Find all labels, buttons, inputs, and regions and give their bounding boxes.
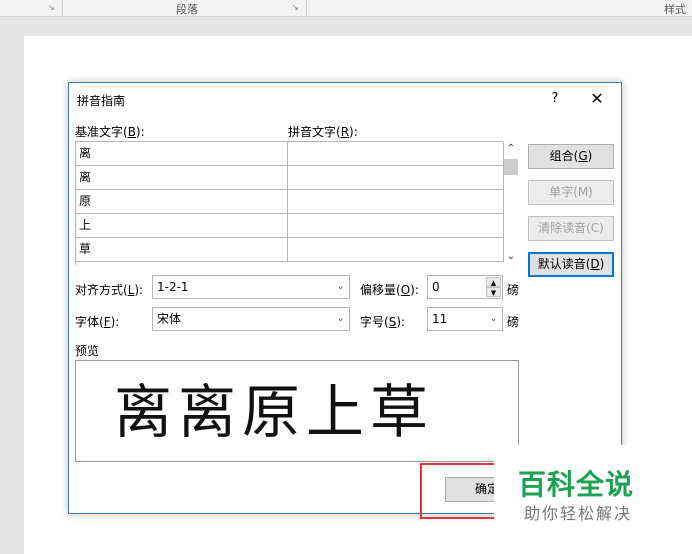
single-char-button[interactable]: 单字(M) <box>528 180 614 205</box>
pinyin-text-cell[interactable] <box>288 166 504 190</box>
spin-up-icon[interactable]: ▲ <box>486 277 501 287</box>
preview-text: 离离原上草 <box>114 378 435 446</box>
watermark-subtitle: 助你轻松解决 <box>524 504 633 523</box>
base-text-cell[interactable]: 离 <box>76 166 288 190</box>
grid-row: 上 <box>76 214 504 238</box>
alignment-value: 1-2-1 <box>157 280 189 294</box>
spin-down-icon[interactable]: ▼ <box>486 287 501 297</box>
paragraph-launcher-icon[interactable]: ↘ <box>292 3 299 12</box>
preview-label: 预览 <box>75 344 100 358</box>
dialog-launcher-icon[interactable]: ↘ <box>48 3 55 12</box>
offset-spinner[interactable]: 0 ▲ ▼ <box>427 275 503 299</box>
size-select[interactable]: 11 ⌄ <box>427 307 503 331</box>
scroll-up-icon[interactable]: ⌃ <box>503 141 519 157</box>
offset-label: 偏移量(O): <box>360 283 419 297</box>
size-unit: 磅 <box>507 315 520 329</box>
font-select[interactable]: 宋体 ⌄ <box>152 307 350 331</box>
ribbon-separator <box>306 0 307 17</box>
character-grid: 离 离 原 上 草 <box>75 141 504 265</box>
chevron-down-icon: ⌄ <box>336 282 345 292</box>
scroll-down-icon[interactable]: ⌄ <box>503 249 519 265</box>
offset-unit: 磅 <box>507 283 520 297</box>
dialog-title: 拼音指南 <box>77 94 126 108</box>
default-reading-button[interactable]: 默认读音(D) <box>528 252 614 277</box>
watermark: 百科全说 助你轻松解决 <box>494 445 652 531</box>
size-value: 11 <box>432 312 448 326</box>
offset-value: 0 <box>432 280 440 294</box>
pinyin-text-cell[interactable] <box>288 214 504 238</box>
chevron-down-icon: ⌄ <box>336 314 345 324</box>
scrollbar-thumb[interactable] <box>504 159 518 175</box>
grid-row: 原 <box>76 190 504 214</box>
base-text-cell[interactable]: 上 <box>76 214 288 238</box>
ribbon-group-paragraph: 段落 <box>176 3 198 16</box>
pinyin-text-cell[interactable] <box>288 238 504 262</box>
close-button[interactable]: ✕ <box>586 89 608 109</box>
alignment-label: 对齐方式(L): <box>75 283 144 297</box>
chevron-down-icon: ⌄ <box>489 314 498 324</box>
pinyin-text-cell[interactable] <box>288 142 504 166</box>
grid-row: 草 <box>76 238 504 262</box>
font-value: 宋体 <box>157 312 182 326</box>
ribbon-separator <box>62 0 63 17</box>
clear-reading-button[interactable]: 清除读音(C) <box>528 216 614 241</box>
grid-row: 离 <box>76 142 504 166</box>
dialog-titlebar: 拼音指南 ? ✕ <box>69 83 621 113</box>
group-button[interactable]: 组合(G) <box>528 144 614 169</box>
font-label: 字体(F): <box>75 315 120 329</box>
preview-box: 离离原上草 <box>75 360 519 462</box>
alignment-select[interactable]: 1-2-1 ⌄ <box>152 275 350 299</box>
pinyin-text-label: 拼音文字(R): <box>288 125 358 139</box>
grid-row: 离 <box>76 166 504 190</box>
base-text-cell[interactable]: 草 <box>76 238 288 262</box>
base-text-cell[interactable]: 原 <box>76 190 288 214</box>
help-button[interactable]: ? <box>545 89 565 109</box>
pinyin-text-cell[interactable] <box>288 190 504 214</box>
size-label: 字号(S): <box>360 315 406 329</box>
ribbon-group-styles: 样式 <box>664 3 686 16</box>
watermark-title: 百科全说 <box>518 468 635 501</box>
base-text-cell[interactable]: 离 <box>76 142 288 166</box>
ribbon-strip: ↘ 段落 ↘ 样式 <box>0 0 692 17</box>
base-text-label: 基准文字(B): <box>75 125 145 139</box>
